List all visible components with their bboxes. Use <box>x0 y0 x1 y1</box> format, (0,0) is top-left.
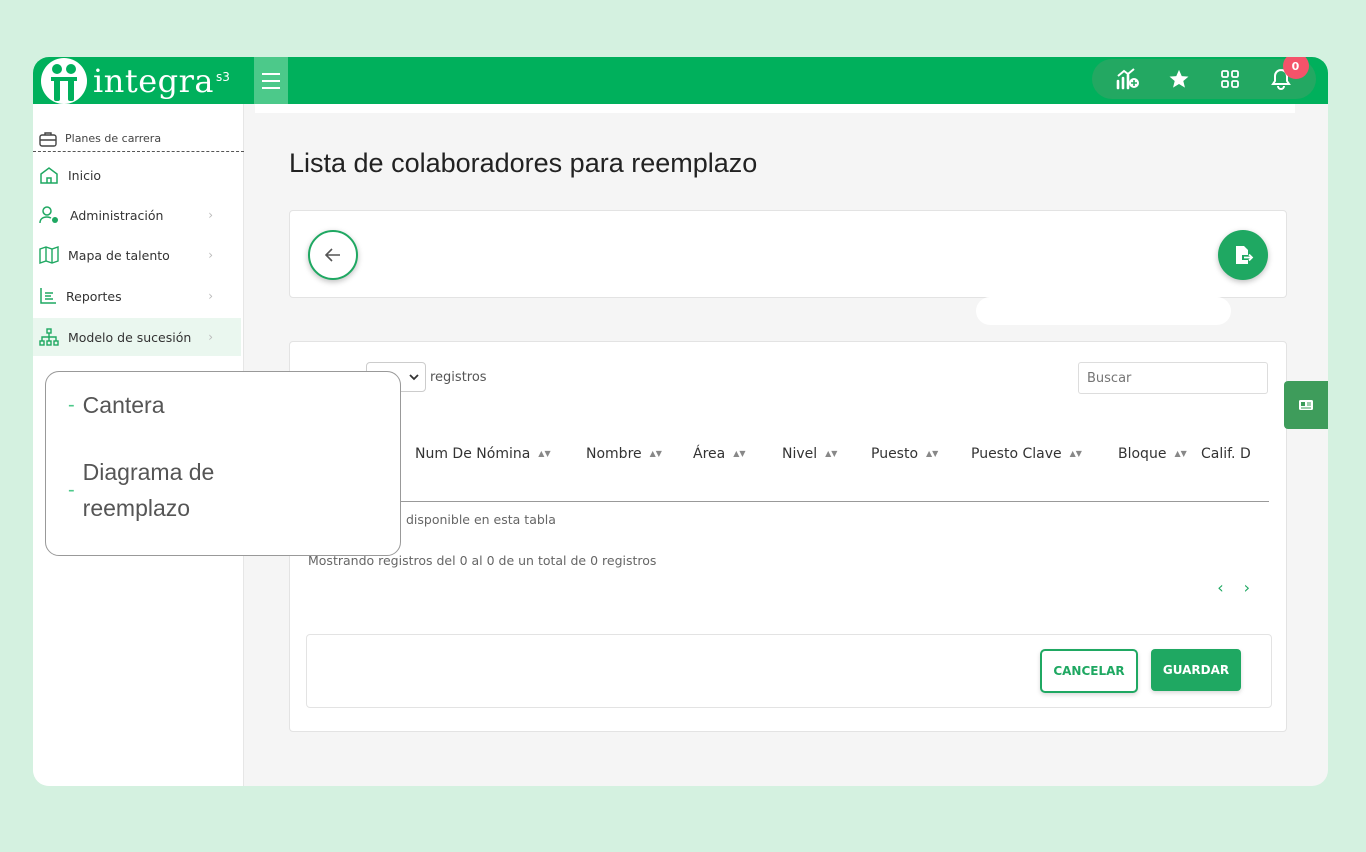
empty-table-message: disponible en esta tabla <box>406 512 556 527</box>
star-icon[interactable] <box>1165 65 1193 93</box>
col-area[interactable]: Área ▲▼ <box>693 446 746 462</box>
sidebar-header: Planes de carrera <box>33 126 244 152</box>
sidebar-item-label: Mapa de talento <box>68 247 170 263</box>
dash-icon: - <box>68 394 75 416</box>
top-navbar: integra s3 0 <box>33 57 1328 104</box>
file-export-icon <box>1236 246 1254 264</box>
cancel-button[interactable]: CANCELAR <box>1040 649 1138 693</box>
next-page-button[interactable]: › <box>1244 578 1250 597</box>
chevron-right-icon: › <box>208 248 213 262</box>
notification-badge: 0 <box>1282 57 1309 79</box>
col-calif[interactable]: Calif. D <box>1201 446 1251 462</box>
sort-icon: ▲▼ <box>926 449 939 458</box>
bell-icon[interactable]: 0 <box>1267 57 1309 93</box>
toolbar-card <box>289 210 1287 298</box>
sidebar-item-inicio[interactable]: Inicio <box>33 156 241 194</box>
sort-icon: ▲▼ <box>649 449 662 458</box>
sort-icon: ▲▼ <box>733 449 746 458</box>
brand-suffix: s3 <box>216 70 230 84</box>
sidebar-item-modelo-sucesion[interactable]: Modelo de sucesión › <box>33 318 241 356</box>
sidebar-item-administracion[interactable]: Administración › <box>33 196 241 234</box>
sort-icon: ▲▼ <box>538 449 551 458</box>
col-puesto[interactable]: Puesto ▲▼ <box>871 446 938 462</box>
chevron-down-icon <box>409 373 419 380</box>
page-title: Lista de colaboradores para reemplazo <box>289 148 758 178</box>
col-nombre[interactable]: Nombre ▲▼ <box>586 446 662 462</box>
menu-toggle-button[interactable] <box>254 57 288 104</box>
org-chart-icon <box>39 328 59 346</box>
brand-name: integra <box>93 62 214 100</box>
submenu-popup: - Cantera - Diagrama de reemplazo <box>45 371 401 556</box>
brand-logo[interactable]: integra s3 <box>41 58 230 104</box>
page-length-label: registros <box>430 370 487 385</box>
back-button[interactable] <box>308 230 358 280</box>
col-puesto-clave[interactable]: Puesto Clave ▲▼ <box>971 446 1082 462</box>
col-num-nomina[interactable]: Num De Nómina ▲▼ <box>415 446 551 462</box>
prev-page-button[interactable]: ‹ <box>1217 578 1223 597</box>
form-actions: CANCELAR GUARDAR <box>306 634 1272 708</box>
sort-icon: ▲▼ <box>825 449 838 458</box>
col-nivel[interactable]: Nivel ▲▼ <box>782 446 837 462</box>
tooltip-pill <box>976 297 1231 325</box>
id-card-icon <box>1299 400 1313 410</box>
chart-list-icon <box>40 288 56 304</box>
top-actions-group: 0 <box>1092 57 1316 99</box>
submenu-label-line2: reemplazo <box>82 495 191 521</box>
chevron-right-icon: › <box>208 289 213 303</box>
sort-icon: ▲▼ <box>1174 449 1187 458</box>
sidebar-item-label: Modelo de sucesión <box>68 329 192 345</box>
pagination: ‹ › <box>1217 578 1250 597</box>
sidebar-item-label: Administración <box>70 207 164 223</box>
chevron-right-icon: › <box>208 330 213 344</box>
user-gear-icon <box>39 206 58 224</box>
side-panel-toggle[interactable] <box>1284 381 1328 429</box>
sidebar-item-label: Inicio <box>68 167 102 183</box>
home-icon <box>40 167 58 184</box>
submenu-label-line1: Diagrama de <box>82 459 215 485</box>
export-button[interactable] <box>1218 230 1268 280</box>
sidebar-header-label: Planes de carrera <box>65 132 162 145</box>
content-top-strip <box>255 104 1295 113</box>
map-icon <box>39 246 59 264</box>
save-button[interactable]: GUARDAR <box>1151 649 1241 691</box>
sidebar-item-label: Reportes <box>66 288 122 304</box>
col-bloque[interactable]: Bloque ▲▼ <box>1118 446 1187 462</box>
sort-icon: ▲▼ <box>1069 449 1082 458</box>
table-header: Num De Nómina ▲▼ Nombre ▲▼ Área ▲▼ Nivel ▲▼ … <box>308 424 1269 502</box>
apps-grid-icon[interactable] <box>1216 65 1244 93</box>
sidebar-item-reportes[interactable]: Reportes › <box>33 277 241 315</box>
submenu-item-cantera[interactable]: - Cantera <box>68 392 165 419</box>
briefcase-icon <box>39 131 57 147</box>
submenu-item-diagrama-reemplazo[interactable]: - Diagrama de reemplazo <box>68 454 214 526</box>
table-card: registros Num De Nómina▲▼ Nombre▲▼ Área▲… <box>289 341 1287 732</box>
chevron-right-icon: › <box>208 208 213 222</box>
arrow-left-icon <box>325 248 340 262</box>
search-input[interactable] <box>1078 362 1268 394</box>
logo-mark-icon <box>41 58 87 104</box>
dash-icon: - <box>68 478 75 501</box>
growth-chart-icon[interactable] <box>1114 65 1142 93</box>
sidebar-item-mapa-talento[interactable]: Mapa de talento › <box>33 236 241 274</box>
